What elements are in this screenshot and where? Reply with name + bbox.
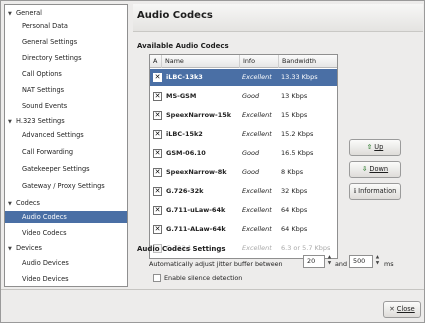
codec-settings-label: Audio Codecs Settings — [137, 245, 226, 253]
sidebar-group-codecs[interactable]: ▼ Codecs — [5, 197, 127, 209]
information-button[interactable]: ℹ Information — [349, 183, 401, 200]
codec-list-header: A Name Info Bandwidth — [150, 55, 337, 68]
dialog-button-bar — [1, 289, 424, 322]
close-icon: ✕ — [389, 305, 395, 313]
available-codecs-label: Available Audio Codecs — [137, 42, 229, 50]
jitter-max-input[interactable]: 500 — [349, 255, 373, 268]
sidebar-item-directory-settings[interactable]: Directory Settings — [5, 52, 127, 64]
codec-row[interactable]: ✕ iLBC-15k2 Excellent 15.2 Kbps — [150, 126, 337, 143]
sidebar-item-personal-data[interactable]: Personal Data — [5, 20, 127, 32]
jitter-max-spinner[interactable]: ▲ ▼ — [374, 255, 381, 268]
jitter-min-input[interactable]: 20 — [303, 255, 325, 268]
up-button[interactable]: ⇧ Up — [349, 139, 401, 156]
close-button[interactable]: ✕ Close — [383, 301, 421, 318]
codec-enabled-checkbox[interactable]: ✕ — [153, 168, 162, 177]
expand-arrow-icon[interactable]: ▼ — [8, 198, 16, 210]
codec-row[interactable]: ✕ SpeexNarrow-8k Good 8 Kbps — [150, 164, 337, 181]
sidebar-item-gateway-proxy-settings[interactable]: Gateway / Proxy Settings — [5, 180, 127, 192]
codec-row[interactable]: ✕ G.726-32k Excellent 32 Kbps — [150, 183, 337, 200]
codec-row[interactable]: ✕ iLBC-13k3 Excellent 13.33 Kbps — [150, 69, 337, 86]
codec-row[interactable]: ✕ MS-GSM Good 13 Kbps — [150, 88, 337, 105]
sidebar-tree[interactable]: ▼ General Personal Data General Settings … — [4, 4, 128, 287]
codec-enabled-checkbox[interactable]: ✕ — [153, 111, 162, 120]
expand-arrow-icon[interactable]: ▼ — [8, 116, 16, 128]
arrow-down-icon: ⇩ — [361, 165, 368, 173]
jitter-label: Automatically adjust jitter buffer betwe… — [149, 260, 283, 268]
codec-enabled-checkbox[interactable]: ✕ — [153, 206, 162, 215]
info-icon: ℹ — [353, 187, 357, 195]
jitter-min-spinner[interactable]: ▲ ▼ — [326, 255, 333, 268]
sidebar-group-h323[interactable]: ▼ H.323 Settings — [5, 115, 127, 127]
preferences-window: ▼ General Personal Data General Settings … — [0, 0, 425, 323]
codec-row[interactable]: ✕ SpeexNarrow-15k Excellent 15 Kbps — [150, 107, 337, 124]
codec-enabled-checkbox[interactable]: ✕ — [153, 92, 162, 101]
sidebar-item-gatekeeper-settings[interactable]: Gatekeeper Settings — [5, 163, 127, 175]
sidebar-group-devices[interactable]: ▼ Devices — [5, 242, 127, 254]
codec-row[interactable]: ✕ G.711-ALaw-64k Excellent 64 Kbps — [150, 221, 337, 238]
sidebar-item-audio-devices[interactable]: Audio Devices — [5, 257, 127, 269]
silence-detection-label: Enable silence detection — [164, 274, 243, 282]
main-panel: Audio Codecs Available Audio Codecs A Na… — [133, 4, 423, 287]
sidebar-item-advanced-settings[interactable]: Advanced Settings — [5, 129, 127, 141]
codec-enabled-checkbox[interactable]: ✕ — [153, 73, 162, 82]
column-header-bandwidth[interactable]: Bandwidth — [279, 55, 337, 68]
codec-enabled-checkbox[interactable]: ✕ — [153, 187, 162, 196]
codec-row[interactable]: ✕ G.711-uLaw-64k Excellent 64 Kbps — [150, 202, 337, 219]
codec-enabled-checkbox[interactable]: ✕ — [153, 130, 162, 139]
codec-enabled-checkbox[interactable]: ✕ — [153, 225, 162, 234]
expand-arrow-icon[interactable]: ▼ — [8, 8, 16, 20]
column-header-name[interactable]: Name — [162, 55, 240, 68]
column-header-active[interactable]: A — [150, 55, 162, 68]
page-title: Audio Codecs — [137, 10, 213, 21]
sidebar-item-call-options[interactable]: Call Options — [5, 68, 127, 80]
sidebar-item-video-devices[interactable]: Video Devices — [5, 273, 127, 285]
expand-arrow-icon[interactable]: ▼ — [8, 243, 16, 255]
sidebar-item-nat-settings[interactable]: NAT Settings — [5, 84, 127, 96]
sidebar-item-sound-events[interactable]: Sound Events — [5, 100, 127, 112]
codec-row[interactable]: ✕ GSM-06.10 Good 16.5 Kbps — [150, 145, 337, 162]
jitter-unit-label: ms — [384, 260, 394, 268]
sidebar-group-general[interactable]: ▼ General — [5, 7, 127, 19]
arrow-up-icon: ⇧ — [366, 143, 373, 151]
jitter-and-label: and — [335, 260, 348, 268]
sidebar-item-video-codecs[interactable]: Video Codecs — [5, 227, 127, 239]
down-button[interactable]: ⇩ Down — [349, 161, 401, 178]
sidebar-item-general-settings[interactable]: General Settings — [5, 36, 127, 48]
codec-list[interactable]: A Name Info Bandwidth ✕ iLBC-13k3 Excell… — [149, 54, 338, 259]
silence-detection-checkbox[interactable] — [153, 274, 161, 282]
column-header-info[interactable]: Info — [240, 55, 279, 68]
codec-enabled-checkbox[interactable]: ✕ — [153, 149, 162, 158]
sidebar-item-audio-codecs[interactable]: Audio Codecs — [5, 211, 127, 223]
sidebar-item-call-forwarding[interactable]: Call Forwarding — [5, 146, 127, 158]
